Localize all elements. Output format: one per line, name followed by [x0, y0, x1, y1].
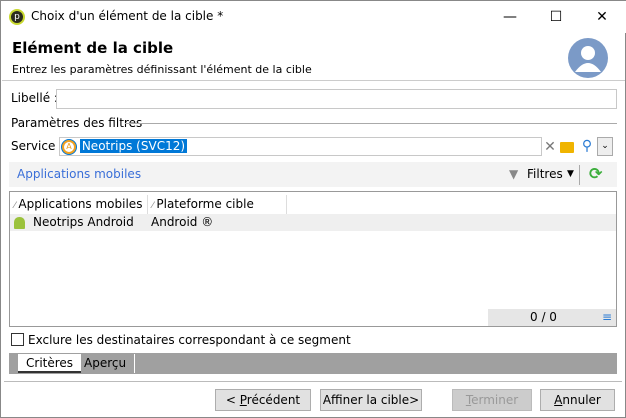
android-icon [14, 217, 25, 229]
platform-cell: Android ® [151, 215, 214, 229]
exclude-label: Exclure les destinataires correspondant … [28, 333, 351, 347]
columns-menu-icon[interactable]: ≡ [602, 309, 612, 326]
maximize-button[interactable]: ☐ [533, 1, 579, 33]
list-footer: 0 / 0 ≡ [488, 309, 616, 326]
search-icon[interactable]: ⚲ [579, 138, 595, 154]
toolbar-divider [579, 165, 580, 185]
footer-divider [4, 381, 622, 382]
clear-icon[interactable]: ✕ [542, 139, 558, 155]
folder-icon[interactable] [560, 142, 574, 153]
service-dropdown-button[interactable]: ⌄ [597, 137, 613, 156]
page-subtitle: Entrez les paramètres définissant l'élém… [12, 63, 312, 76]
filters-dropdown-icon[interactable]: ▼ [567, 169, 574, 179]
section-divider [125, 123, 617, 124]
app-logo-icon: p [9, 9, 25, 25]
window-title: Choix d'un élément de la cible * [31, 9, 224, 23]
filter-icon: ▼ [509, 167, 519, 181]
close-button[interactable]: ✕ [579, 1, 625, 33]
app-name-cell: Neotrips Android [33, 215, 134, 229]
label-field-label: Libellé : [11, 91, 58, 105]
minimize-button[interactable]: — [487, 1, 533, 33]
record-count: 0 / 0 [530, 310, 557, 324]
cancel-button[interactable]: Annuler [540, 389, 615, 411]
list-title-link[interactable]: Applications mobiles [17, 167, 141, 181]
service-label: Service : [11, 139, 64, 153]
column-header-apps[interactable]: ⁄ Applications mobiles [10, 195, 148, 214]
service-value: Neotrips (SVC12) [79, 139, 188, 153]
tab-apercu[interactable]: Aperçu [76, 354, 136, 373]
page-title: Elément de la cible [12, 39, 174, 57]
previous-button[interactable]: < Précédent [215, 389, 311, 411]
refine-target-button[interactable]: Affiner la cible> [320, 389, 422, 411]
label-input[interactable] [56, 89, 617, 109]
table-row[interactable]: Neotrips Android Android ® [10, 214, 616, 231]
user-avatar-icon [568, 38, 608, 78]
tab-criteres[interactable]: Critères [18, 354, 82, 373]
filters-button[interactable]: Filtres [527, 167, 563, 181]
exclude-checkbox[interactable] [11, 333, 24, 346]
column-header-platform[interactable]: ⁄ Plateforme cible [148, 195, 287, 214]
mobile-apps-list[interactable]: ⁄ Applications mobiles ⁄ Plateforme cibl… [9, 191, 617, 327]
finish-button[interactable]: Terminer [452, 389, 532, 411]
refresh-icon[interactable]: ⟳ [589, 164, 602, 183]
service-input[interactable]: A Neotrips (SVC12) [59, 137, 542, 156]
service-app-icon: A [62, 139, 76, 154]
filters-section-title: Paramètres des filtres [11, 116, 143, 130]
